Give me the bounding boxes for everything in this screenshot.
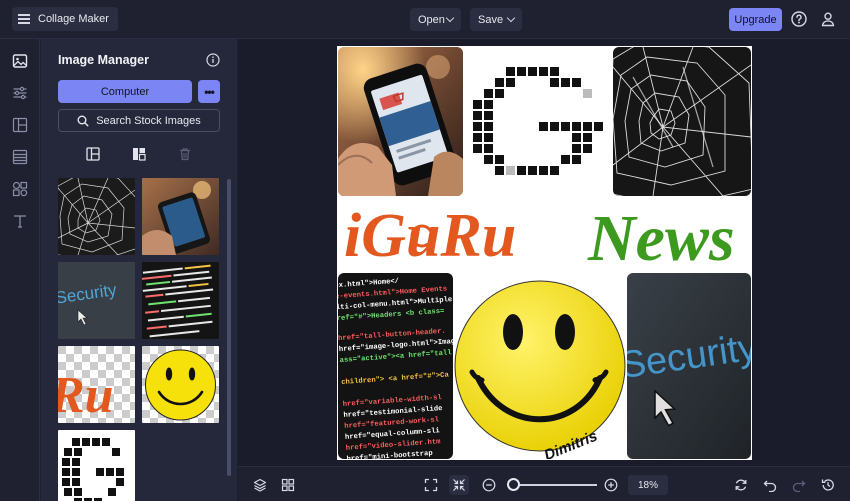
zoom-slider-handle[interactable] [507,478,520,491]
chevron-down-icon [506,13,516,23]
open-label: Open [418,13,445,26]
hamburger-icon [18,14,30,24]
thumbnail-code[interactable] [142,262,219,339]
open-dropdown[interactable]: Open [410,8,461,31]
app-title: Collage Maker [38,13,109,25]
info-icon[interactable] [206,53,220,67]
text-icon[interactable] [11,212,29,230]
zoom-level[interactable]: 18% [628,475,668,495]
sliders-icon[interactable] [11,84,29,102]
top-bar: Collage Maker Open Save Upgrade [0,0,850,39]
search-icon [77,115,89,126]
panel-title: Image Manager [58,53,150,67]
undo-icon[interactable] [760,475,780,495]
logo-news-text: News [587,202,735,272]
svg-text:Ru: Ru [58,367,114,423]
collage-cell-security[interactable]: Security [627,273,751,459]
grid-icon[interactable] [278,475,298,495]
zoom-in-icon[interactable] [601,475,621,495]
trash-icon[interactable] [176,145,194,163]
thumbnail-pixel-g[interactable] [58,430,135,501]
collage-canvas[interactable]: iGuRu News ex.html">Home</ e-events.html… [337,46,752,460]
collage-cell-iguru-logo[interactable]: iGuRu News [338,196,751,272]
stripes-icon[interactable] [11,148,29,166]
menu-button[interactable]: Collage Maker [12,7,118,31]
collage-cell-code[interactable]: ex.html">Home</ e-events.html">Home Even… [338,273,453,459]
image-manager-panel: Image Manager Computer ••• Search Stock … [41,39,237,501]
search-stock-button[interactable]: Search Stock Images [58,109,220,132]
layout-icon[interactable] [11,116,29,134]
collage-cell-spiderweb[interactable] [613,47,751,196]
shrink-icon[interactable] [449,475,469,495]
upload-computer-button[interactable]: Computer [58,80,192,103]
fill-layout-icon[interactable] [84,145,102,163]
save-dropdown[interactable]: Save [470,8,522,31]
image-icon[interactable] [11,52,29,70]
layers-icon[interactable] [250,475,270,495]
thumbnail-iguru-logo[interactable]: Ru [58,346,135,423]
refresh-icon[interactable] [731,475,751,495]
auto-layout-icon[interactable] [130,145,148,163]
bottom-bar: 18% [238,466,850,501]
logo-iguru-text: iGuRu [344,202,516,270]
help-icon[interactable] [789,9,809,29]
thumbnail-phone[interactable] [142,178,219,255]
canvas-area: iGuRu News ex.html">Home</ e-events.html… [238,39,850,466]
collage-cell-pixel-g[interactable] [466,47,609,196]
thumbnail-spiderweb[interactable] [58,178,135,255]
zoom-slider-track[interactable] [510,484,597,486]
save-label: Save [478,13,504,26]
more-options-button[interactable]: ••• [198,80,220,103]
collage-cell-smiley[interactable]: Dimitris [454,273,627,459]
collage-maker-app: Collage Maker Open Save Upgrade Image Ma… [0,0,850,501]
thumbnail-security[interactable]: Security [58,262,135,339]
zoom-out-icon[interactable] [479,475,499,495]
thumbnail-scrollbar[interactable] [227,179,231,476]
collage-cell-phone[interactable] [338,47,463,196]
history-icon[interactable] [818,475,838,495]
thumbnail-smiley[interactable] [142,346,219,423]
fit-screen-icon[interactable] [421,475,441,495]
upgrade-button[interactable]: Upgrade [729,8,782,31]
redo-icon[interactable] [789,475,809,495]
shapes-icon[interactable] [11,180,29,198]
chevron-down-icon [445,13,455,23]
search-stock-label: Search Stock Images [96,114,201,127]
tool-rail [0,39,40,501]
thumbnail-grid: Security u [58,178,222,501]
user-icon[interactable] [818,9,838,29]
